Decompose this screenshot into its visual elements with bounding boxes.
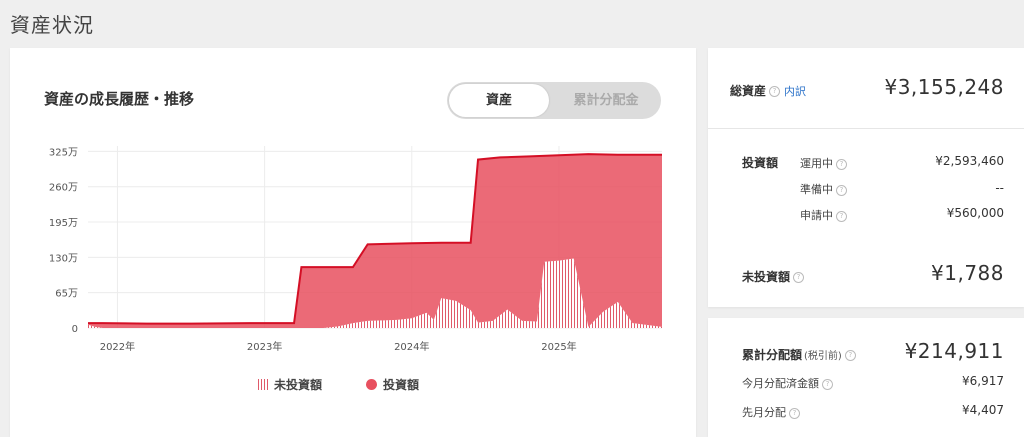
this-month-value: ¥6,917 (962, 374, 1004, 388)
hatch-swatch-icon (258, 379, 268, 390)
legend-item-invested: 投資額 (366, 376, 419, 393)
divider (708, 128, 1024, 129)
chart-title: 資産の成長履歴・推移 (44, 90, 195, 108)
preparing-value: -- (995, 181, 1004, 195)
question-circle-icon[interactable]: ? (844, 350, 856, 361)
toggle-option-distribution[interactable]: 累計分配金 (551, 82, 661, 119)
total-assets-value: ¥3,155,248 (884, 75, 1004, 99)
question-circle-icon[interactable]: ? (769, 86, 781, 97)
legend-label-uninvested: 未投資額 (274, 378, 323, 392)
distribution-total-label: 累計分配額 (742, 348, 803, 362)
invested-label: 投資額 (742, 156, 779, 170)
uninvested-row: 未投資額? (742, 268, 805, 285)
this-month-row: 今月分配済金額? (742, 375, 833, 391)
legend-item-uninvested: 未投資額 (258, 376, 322, 393)
question-circle-icon[interactable]: ? (822, 378, 833, 390)
applying-row: 申請中? (800, 207, 847, 223)
applying-value: ¥560,000 (946, 206, 1004, 220)
operating-label: 運用中 (800, 157, 833, 170)
uninvested-label: 未投資額 (742, 270, 791, 284)
last-month-row: 先月分配? (742, 404, 800, 420)
dot-swatch-icon (366, 379, 378, 390)
question-circle-icon[interactable]: ? (836, 184, 847, 196)
total-assets-label: 総資産 (730, 84, 767, 98)
operating-row: 運用中? (800, 155, 847, 171)
y-tick-label: 130万 (49, 253, 78, 264)
this-month-label: 今月分配済金額 (742, 377, 819, 390)
x-tick-label: 2024年 (394, 340, 429, 353)
last-month-label: 先月分配 (742, 406, 786, 419)
applying-label: 申請中 (800, 209, 833, 222)
toggle-option-assets[interactable]: 資産 (449, 84, 549, 117)
tax-note: (税引前) (804, 351, 842, 362)
distribution-total-value: ¥214,911 (904, 339, 1004, 363)
chart-mode-toggle[interactable]: 累計分配金 資産 (447, 82, 661, 119)
x-tick-label: 2022年 (100, 340, 135, 353)
y-tick-label: 65万 (55, 289, 78, 300)
uninvested-value: ¥1,788 (931, 261, 1004, 285)
breakdown-link[interactable]: 内訳 (784, 85, 806, 98)
question-circle-icon[interactable]: ? (789, 407, 800, 419)
asset-growth-card: 資産の成長履歴・推移 累計分配金 資産 0 65万 130万 195万 260万 325万… (10, 48, 696, 437)
x-tick-label: 2025年 (541, 340, 576, 353)
question-circle-icon[interactable]: ? (836, 158, 847, 170)
question-circle-icon[interactable]: ? (836, 210, 847, 222)
y-tick-label: 0 (72, 324, 78, 335)
asset-area-chart: 0 65万 130万 195万 260万 325万 2022年 2023年 2024年 2025年 (49, 146, 662, 353)
y-tick-label: 260万 (49, 183, 78, 194)
question-circle-icon[interactable]: ? (793, 272, 805, 283)
x-tick-label: 2023年 (247, 340, 282, 353)
asset-summary-card: 総資産? 内訳 ¥3,155,248 投資額 運用中? ¥2,593,460 準備… (708, 48, 1024, 307)
last-month-value: ¥4,407 (962, 403, 1004, 417)
y-tick-label: 325万 (49, 147, 78, 158)
page-title: 資産状況 (10, 13, 94, 37)
total-assets-row: 総資産? 内訳 (730, 82, 806, 99)
y-tick-label: 195万 (49, 218, 78, 229)
legend-label-invested: 投資額 (383, 378, 420, 392)
preparing-label: 準備中 (800, 183, 833, 196)
preparing-row: 準備中? (800, 181, 847, 197)
distribution-total-row: 累計分配額 (税引前)? (742, 346, 856, 363)
chart-legend: 未投資額 投資額 (258, 376, 463, 393)
operating-value: ¥2,593,460 (935, 154, 1004, 168)
distribution-card: 累計分配額 (税引前)? ¥214,911 今月分配済金額? ¥6,917 先月分… (708, 318, 1024, 437)
